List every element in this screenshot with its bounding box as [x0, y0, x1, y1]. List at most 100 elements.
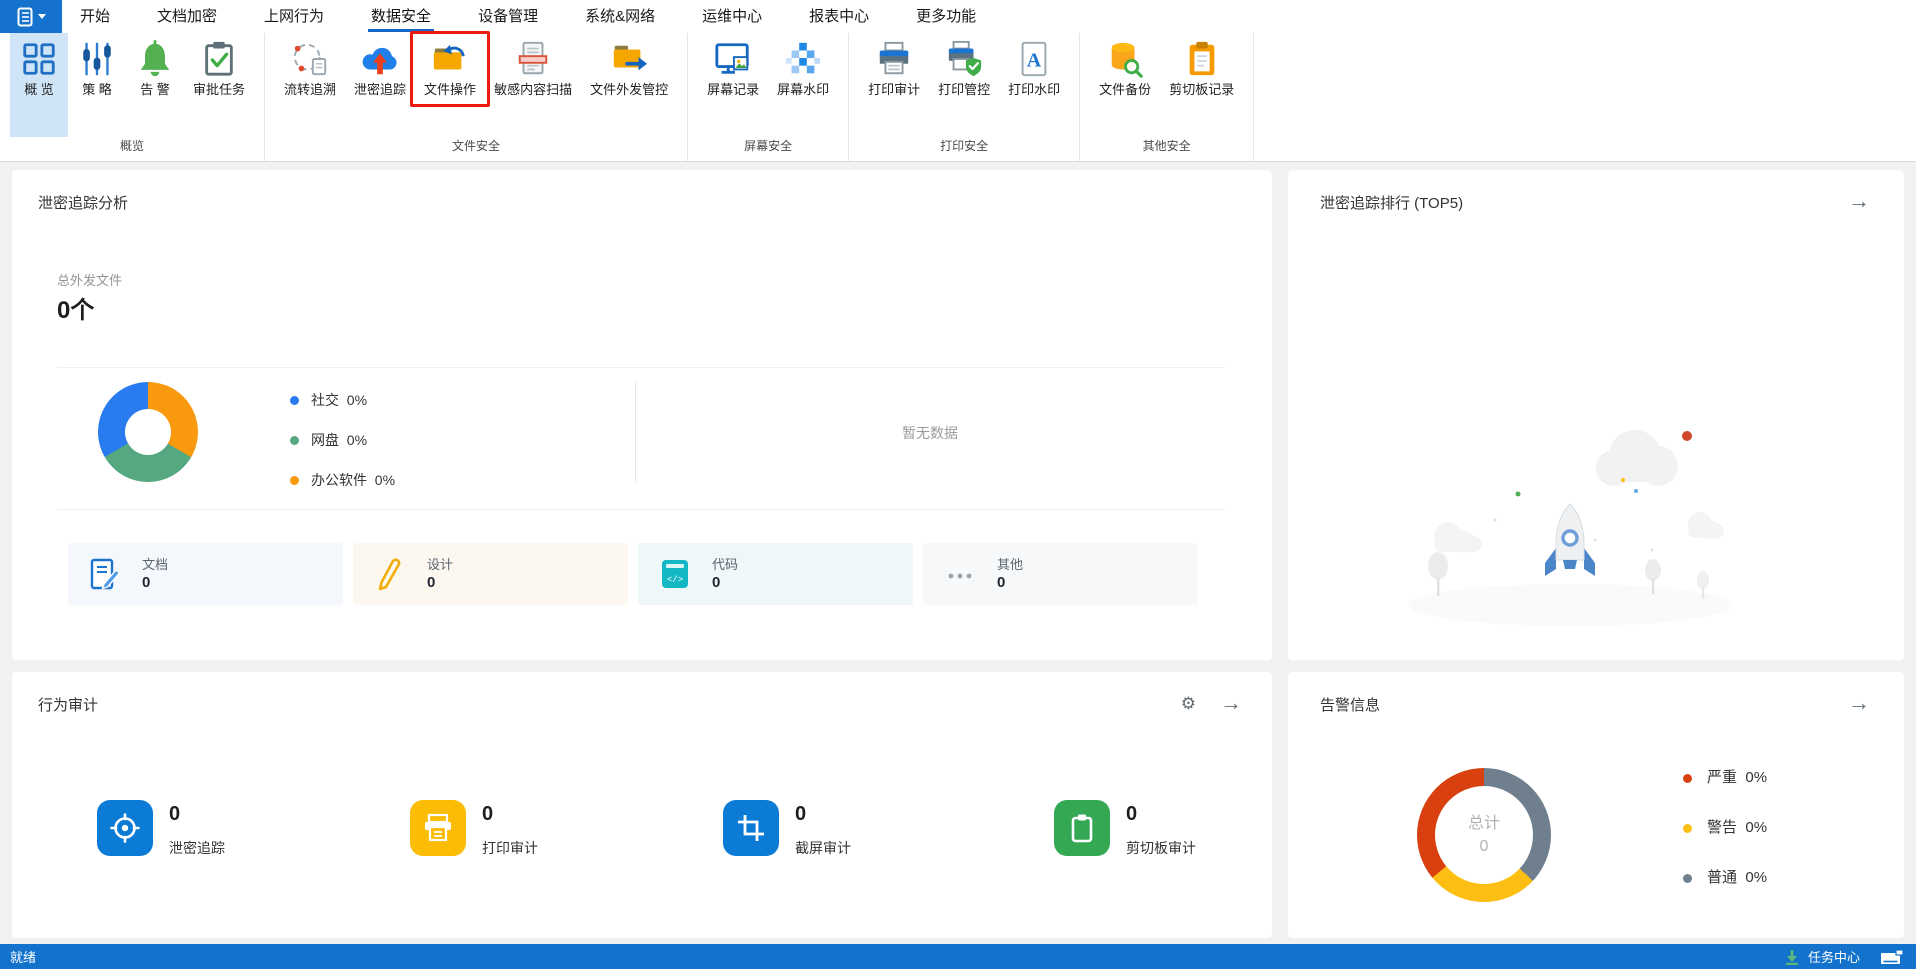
ribbon-button-label: 打印审计 — [868, 82, 921, 97]
panel-leak-trace-analysis: 泄密追踪分析 总外发文件 0个 社交 0% 网盘 0% 办公软件 0% 暂无数据 — [12, 170, 1272, 660]
legend-dot — [290, 475, 299, 485]
ribbon-button-label: 屏幕记录 — [707, 82, 760, 97]
menu-tab-device-mgmt[interactable]: 设备管理 — [478, 0, 538, 33]
alert-donut-center: 总计 0 — [1435, 786, 1533, 884]
arrow-right-icon[interactable]: → — [1848, 190, 1870, 212]
card-documents: 文档 0 — [68, 543, 343, 605]
ribbon-group-file-security: 流转追溯 泄密追踪 文件操作 敏感内容扫描 文件外发管控 文件安全 — [265, 31, 689, 161]
card-value: 0 — [142, 574, 151, 591]
folder-export-icon — [609, 39, 649, 79]
panel-behavior-audit: 行为审计 ⚙ → 0 泄密追踪 0 打印审计 0 截屏审计 0 剪切板审计 — [12, 672, 1272, 938]
clipboard-record-icon — [1182, 39, 1222, 79]
ribbon-button-file-export-control[interactable]: 文件外发管控 — [581, 33, 677, 98]
ribbon-group-label: 打印安全 — [940, 139, 989, 153]
ribbon-button-overview[interactable]: 概 览 — [10, 33, 68, 137]
gear-icon[interactable]: ⚙ — [1181, 694, 1196, 714]
menu-tab-doc-encrypt[interactable]: 文档加密 — [157, 0, 217, 33]
folder-return-icon — [430, 39, 470, 79]
card-label: 文档 — [142, 557, 169, 572]
divider — [57, 509, 1225, 510]
ribbon-button-sensitive-scan[interactable]: 敏感内容扫描 — [485, 33, 581, 98]
printer-shield-icon — [944, 39, 984, 79]
menu-tab-ops-center[interactable]: 运维中心 — [702, 0, 762, 33]
window-icon[interactable] — [1880, 948, 1904, 965]
ribbon-button-label: 文件操作 — [424, 82, 477, 97]
menu-tab-data-security[interactable]: 数据安全 — [368, 0, 435, 33]
panel-alert-info: 告警信息 → 总计 0 严重 0% 警告 0% 普通 0% — [1288, 672, 1904, 938]
ribbon-button-alert[interactable]: 告 警 — [126, 33, 184, 98]
arrow-right-icon[interactable]: → — [1220, 692, 1242, 714]
card-other: 其他 0 — [923, 543, 1198, 605]
empty-data-text: 暂无数据 — [902, 425, 958, 441]
ribbon-button-clipboard-record[interactable]: 剪切板记录 — [1160, 33, 1243, 98]
card-value: 0 — [712, 574, 721, 591]
menu-tab-more[interactable]: 更多功能 — [916, 0, 976, 33]
stat-value: 0 — [795, 803, 807, 825]
status-text: 就绪 — [10, 950, 37, 965]
sliders-icon — [77, 39, 117, 79]
app-window: 开始 文档加密 上网行为 数据安全 设备管理 系统&网络 运维中心 报表中心 更… — [0, 0, 1916, 969]
card-value: 0 — [427, 574, 436, 591]
legend-dot — [1683, 873, 1692, 883]
ribbon-button-label: 剪切板记录 — [1169, 82, 1235, 97]
svg-text:</>: </> — [667, 575, 683, 585]
menu-tab-web-behavior[interactable]: 上网行为 — [264, 0, 324, 33]
ribbon-button-label: 泄密追踪 — [354, 82, 407, 97]
ellipsis-icon — [948, 573, 972, 579]
menu-tab-start[interactable]: 开始 — [80, 0, 110, 33]
stat-label: 打印审计 — [482, 840, 538, 856]
main-menu: 开始 文档加密 上网行为 数据安全 设备管理 系统&网络 运维中心 报表中心 更… — [80, 0, 976, 33]
legend-item-office: 办公软件 0% — [290, 471, 395, 489]
card-value: 0 — [997, 574, 1006, 591]
cloud-upload-icon — [360, 39, 400, 79]
card-label: 设计 — [427, 557, 454, 572]
ribbon-group-other-security: 文件备份 剪切板记录 其他安全 — [1080, 33, 1255, 161]
stat-print-audit: 0 打印审计 — [410, 800, 538, 858]
ribbon-button-label: 敏感内容扫描 — [494, 82, 573, 97]
app-menu-button[interactable] — [0, 0, 62, 33]
app-logo-icon — [17, 7, 32, 26]
ribbon-button-flow-trace[interactable]: 流转追溯 — [275, 33, 345, 98]
ribbon-button-leak-trace[interactable]: 泄密追踪 — [345, 33, 415, 98]
ribbon-button-print-watermark[interactable]: A 打印水印 — [999, 33, 1069, 98]
task-center-button[interactable]: 任务中心 — [1784, 947, 1904, 966]
ribbon-group-label: 概览 — [120, 139, 145, 153]
leak-channel-donut-chart — [98, 382, 198, 482]
ribbon-button-screen-watermark[interactable]: 屏幕水印 — [768, 33, 838, 98]
document-pen-icon — [90, 558, 120, 590]
legend-item-critical: 严重 0% — [1683, 769, 1767, 787]
ribbon-button-file-backup[interactable]: 文件备份 — [1090, 33, 1160, 98]
ribbon-group-label: 文件安全 — [452, 139, 501, 153]
ribbon-button-policy[interactable]: 策 略 — [68, 33, 126, 98]
ribbon-button-file-operations[interactable]: 文件操作 — [410, 31, 491, 107]
ribbon-group-overview: 概 览 策 略 告 警 审批任务 概览 — [0, 33, 266, 161]
panel-leak-trace-ranking: 泄密追踪排行 (TOP5) → — [1288, 170, 1904, 660]
stat-label: 剪切板审计 — [1126, 840, 1196, 856]
arrow-right-icon[interactable]: → — [1848, 692, 1870, 714]
menu-tab-system-network[interactable]: 系统&网络 — [585, 0, 655, 33]
ribbon-button-approval-tasks[interactable]: 审批任务 — [184, 33, 254, 98]
divider — [57, 367, 1225, 368]
ribbon-toolbar: 概 览 策 略 告 警 审批任务 概览 流转追溯 泄密追踪 文件操作 敏感内容扫… — [0, 31, 1916, 162]
clipboard-check-icon — [199, 39, 239, 79]
card-label: 其他 — [997, 557, 1024, 572]
ribbon-button-label: 打印水印 — [1008, 82, 1061, 97]
ribbon-button-label: 流转追溯 — [284, 82, 337, 97]
flow-trace-icon — [290, 39, 330, 79]
ribbon-button-label: 文件备份 — [1099, 82, 1152, 97]
ribbon-button-print-control[interactable]: 打印管控 — [929, 33, 999, 98]
alert-total-label: 总计 — [1467, 815, 1500, 832]
ribbon-button-label: 告 警 — [140, 82, 170, 97]
ribbon-group-label: 其他安全 — [1142, 139, 1191, 153]
menu-tab-report-center[interactable]: 报表中心 — [809, 0, 869, 33]
total-outgoing-files-label: 总外发文件 — [57, 273, 123, 288]
alert-total-value: 0 — [1479, 838, 1489, 855]
menu-bar: 开始 文档加密 上网行为 数据安全 设备管理 系统&网络 运维中心 报表中心 更… — [0, 0, 1916, 33]
stat-clipboard-audit: 0 剪切板审计 — [1054, 800, 1196, 858]
stat-value: 0 — [169, 803, 181, 825]
print-receipt-icon — [410, 800, 466, 856]
legend-item-netdisk: 网盘 0% — [290, 431, 395, 449]
ribbon-button-screen-record[interactable]: 屏幕记录 — [698, 33, 768, 98]
ribbon-button-print-audit[interactable]: 打印审计 — [859, 33, 929, 98]
chevron-down-icon — [37, 13, 46, 19]
